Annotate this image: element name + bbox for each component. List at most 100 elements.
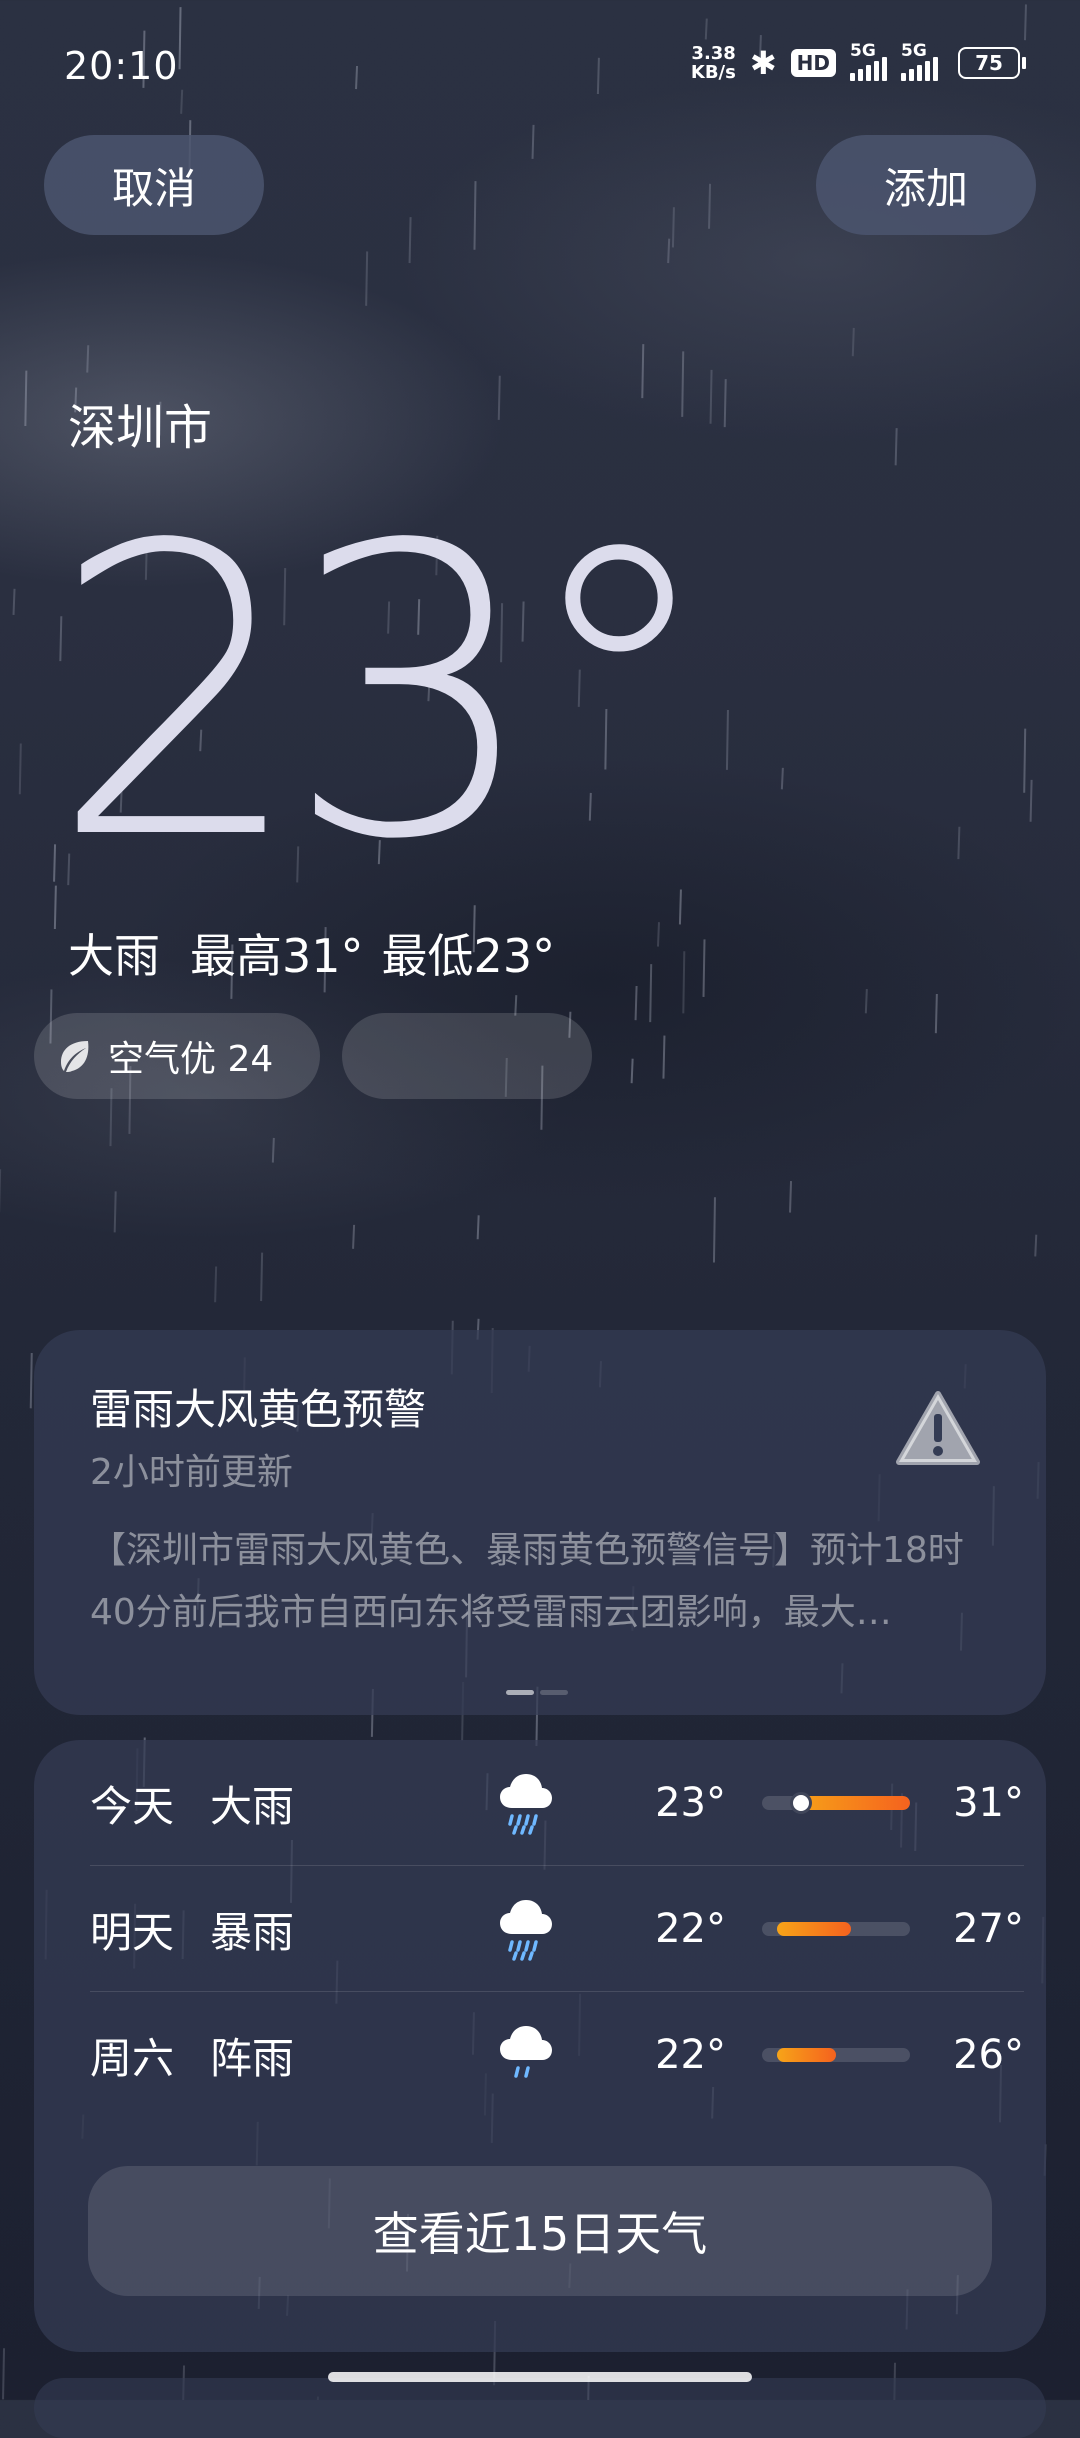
forecast-day: 明天 — [90, 1899, 174, 1960]
rain-streak — [642, 344, 643, 398]
rain-streak — [410, 217, 411, 263]
rain-streak — [853, 328, 854, 356]
bluetooth-icon: ✱ — [750, 44, 777, 82]
status-icons: 3.38 KB/s ✱ HD 5G 5G 75 — [691, 44, 1020, 82]
rain-streak — [782, 768, 783, 789]
current-temperature: 23° — [50, 495, 699, 895]
rain-streak — [353, 1225, 354, 1249]
current-temperature-marker — [790, 1792, 812, 1814]
forecast-day: 周六 — [90, 2025, 174, 2086]
heavy-rain-icon — [498, 1770, 554, 1836]
network-speed-unit: KB/s — [691, 63, 736, 82]
rain-streak — [14, 589, 15, 615]
alert-title: 雷雨大风黄色预警 — [90, 1376, 426, 1437]
shower-rain-icon — [498, 2022, 554, 2088]
rain-streak — [25, 371, 26, 426]
air-quality-label: 空气优 24 — [108, 1030, 273, 1082]
rain-streak — [725, 379, 726, 427]
forecast-low: 22° — [650, 2032, 726, 2078]
rain-streak — [31, 1353, 32, 1408]
battery-level: 75 — [975, 51, 1003, 75]
weather-alert-card[interactable]: 雷雨大风黄色预警 2小时前更新 【深圳市雷雨大风黄色、暴雨黄色预警信号】预计18… — [34, 1330, 1046, 1715]
rain-streak — [866, 989, 867, 1013]
forecast-card: 今天 大雨 23° 31° 明天 暴雨 22° 27° 周六 阵雨 22° 26… — [34, 1740, 1046, 2352]
rain-streak — [533, 125, 534, 159]
alert-updated-time: 2小时前更新 — [90, 1443, 293, 1495]
signal-2-label: 5G — [901, 41, 927, 61]
hd-voice-icon: HD — [791, 49, 836, 77]
rain-streak — [215, 1266, 216, 1302]
rain-streak — [682, 351, 683, 416]
status-time: 20:10 — [64, 44, 179, 88]
forecast-high: 26° — [953, 2032, 1024, 2078]
forecast-high: 31° — [953, 1780, 1024, 1826]
rain-streak — [727, 710, 728, 770]
alert-body: 【深圳市雷雨大风黄色、暴雨黄色预警信号】预计18时40分前后我市自西向东将受雷雨… — [90, 1520, 990, 1644]
signal-2-icon: 5G — [901, 45, 938, 81]
forecast-row[interactable]: 今天 大雨 23° 31° — [90, 1740, 1024, 1866]
rain-streak — [636, 986, 637, 1020]
high-temperature: 最高31° — [190, 920, 364, 986]
rain-streak — [1035, 1235, 1036, 1257]
network-speed: 3.38 KB/s — [691, 44, 736, 82]
forecast-condition: 大雨 — [210, 1773, 294, 1834]
forecast-high: 27° — [953, 1906, 1024, 1952]
temperature-range-fill — [777, 1922, 851, 1936]
temperature-range-bar — [762, 1796, 910, 1810]
signal-1-icon: 5G — [850, 45, 887, 81]
add-button[interactable]: 添加 — [816, 135, 1036, 235]
rain-streak — [1024, 729, 1025, 793]
view-15-day-forecast-button[interactable]: 查看近15日天气 — [88, 2166, 992, 2296]
forecast-low: 23° — [650, 1780, 726, 1826]
rain-streak — [683, 951, 684, 1013]
rain-streak — [650, 964, 651, 1022]
rain-streak — [632, 1059, 633, 1083]
weather-summary: 大雨 最高31° 最低23° — [68, 920, 555, 986]
air-quality-pill[interactable]: 空气优 24 — [34, 1013, 320, 1099]
city-name: 深圳市 — [68, 388, 212, 458]
forecast-condition: 阵雨 — [210, 2025, 294, 2086]
temperature-range-bar — [762, 1922, 910, 1936]
storm-rain-icon — [498, 1896, 554, 1962]
rain-streak — [709, 184, 710, 229]
rain-streak — [704, 939, 705, 997]
rain-streak — [673, 207, 674, 247]
rain-streak — [714, 1197, 715, 1262]
home-indicator[interactable] — [328, 2372, 752, 2382]
warning-triangle-icon — [896, 1390, 980, 1466]
rain-streak — [1031, 780, 1032, 822]
signal-1-label: 5G — [850, 41, 876, 61]
rain-streak — [366, 251, 367, 305]
rain-streak — [87, 345, 88, 372]
low-temperature: 最低23° — [382, 920, 556, 986]
network-speed-value: 3.38 — [691, 44, 736, 63]
status-bar: 20:10 3.38 KB/s ✱ HD 5G 5G 75 — [0, 0, 1080, 130]
rain-streak — [936, 994, 937, 1033]
forecast-condition: 暴雨 — [210, 1899, 294, 1960]
cancel-button[interactable]: 取消 — [44, 135, 264, 235]
rain-streak — [261, 1253, 262, 1301]
rain-streak — [668, 239, 669, 263]
rain-streak — [711, 370, 712, 424]
temperature-range-bar — [762, 2048, 910, 2062]
leaf-icon — [56, 1037, 94, 1075]
temperature-range-fill — [777, 2048, 836, 2062]
rain-streak — [115, 1191, 116, 1232]
rain-streak — [499, 376, 500, 420]
forecast-row[interactable]: 周六 阵雨 22° 26° — [90, 1992, 1024, 2118]
rain-streak — [20, 744, 21, 795]
battery-icon: 75 — [958, 47, 1020, 79]
rain-streak — [663, 1036, 664, 1079]
rain-streak — [3, 2348, 4, 2399]
rain-streak — [478, 1215, 479, 1239]
rain-streak — [790, 1181, 791, 1212]
forecast-day: 今天 — [90, 1773, 174, 1834]
page-indicator — [506, 1690, 568, 1695]
forecast-row[interactable]: 明天 暴雨 22° 27° — [90, 1866, 1024, 1992]
forecast-low: 22° — [650, 1906, 726, 1952]
info-pill[interactable] — [342, 1013, 592, 1099]
rain-streak — [896, 428, 897, 465]
next-card-peek — [34, 2378, 1046, 2438]
rain-streak — [958, 827, 959, 859]
rain-streak — [273, 1138, 274, 1163]
